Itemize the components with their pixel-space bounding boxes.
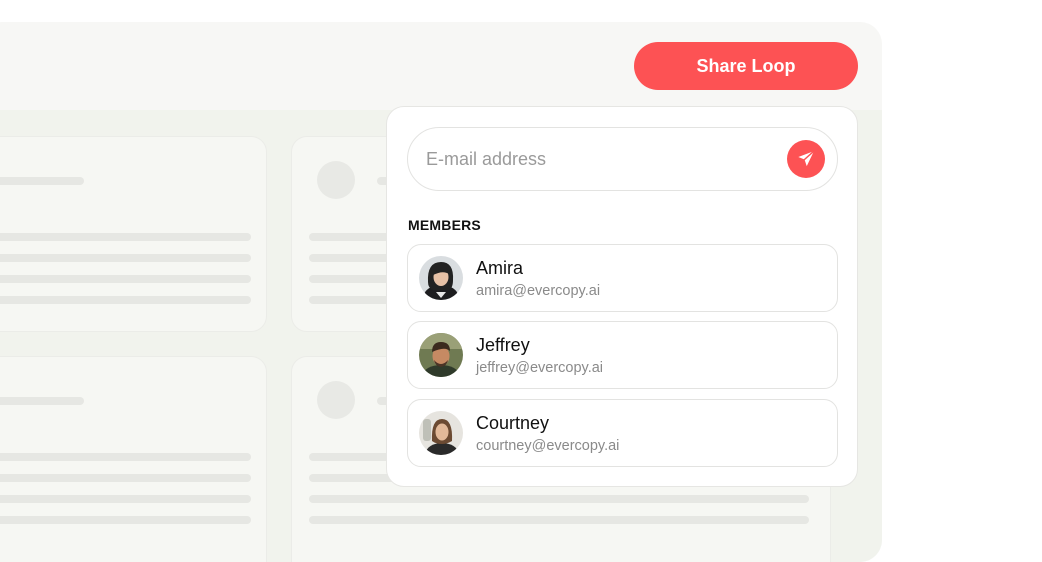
placeholder-line (0, 254, 251, 262)
member-email: amira@evercopy.ai (476, 283, 601, 299)
avatar-image (419, 333, 463, 377)
placeholder-line (309, 495, 809, 503)
placeholder-line (0, 177, 84, 185)
paper-plane-icon (798, 150, 815, 167)
member-name: Courtney (476, 413, 550, 433)
share-loop-button[interactable]: Share Loop (634, 42, 858, 90)
placeholder-line (309, 516, 809, 524)
avatar-image (419, 256, 463, 300)
placeholder-card (0, 356, 267, 562)
avatar (419, 333, 463, 377)
members-heading: MEMBERS (408, 217, 481, 233)
placeholder-line (0, 397, 84, 405)
placeholder-avatar (317, 381, 355, 419)
member-row-amira[interactable]: Amira amira@evercopy.ai (407, 244, 838, 312)
member-row-courtney[interactable]: Courtney courtney@evercopy.ai (407, 399, 838, 467)
avatar-image (419, 411, 463, 455)
placeholder-line (0, 516, 251, 524)
placeholder-line (0, 453, 251, 461)
avatar (419, 256, 463, 300)
placeholder-avatar (317, 161, 355, 199)
placeholder-line (0, 296, 251, 304)
member-row-jeffrey[interactable]: Jeffrey jeffrey@evercopy.ai (407, 321, 838, 389)
member-email: jeffrey@evercopy.ai (476, 360, 604, 376)
member-name: Amira (476, 258, 524, 278)
placeholder-line (0, 275, 251, 283)
placeholder-card (0, 136, 267, 332)
email-field[interactable] (407, 127, 838, 191)
share-panel: MEMBERS Amira amira@evercopy.ai (386, 106, 858, 487)
placeholder-line (0, 233, 251, 241)
send-invite-button[interactable] (787, 140, 825, 178)
member-email: courtney@evercopy.ai (476, 438, 620, 454)
avatar (419, 411, 463, 455)
email-input[interactable] (424, 128, 778, 191)
member-name: Jeffrey (476, 335, 530, 355)
placeholder-line (0, 495, 251, 503)
placeholder-line (0, 474, 251, 482)
